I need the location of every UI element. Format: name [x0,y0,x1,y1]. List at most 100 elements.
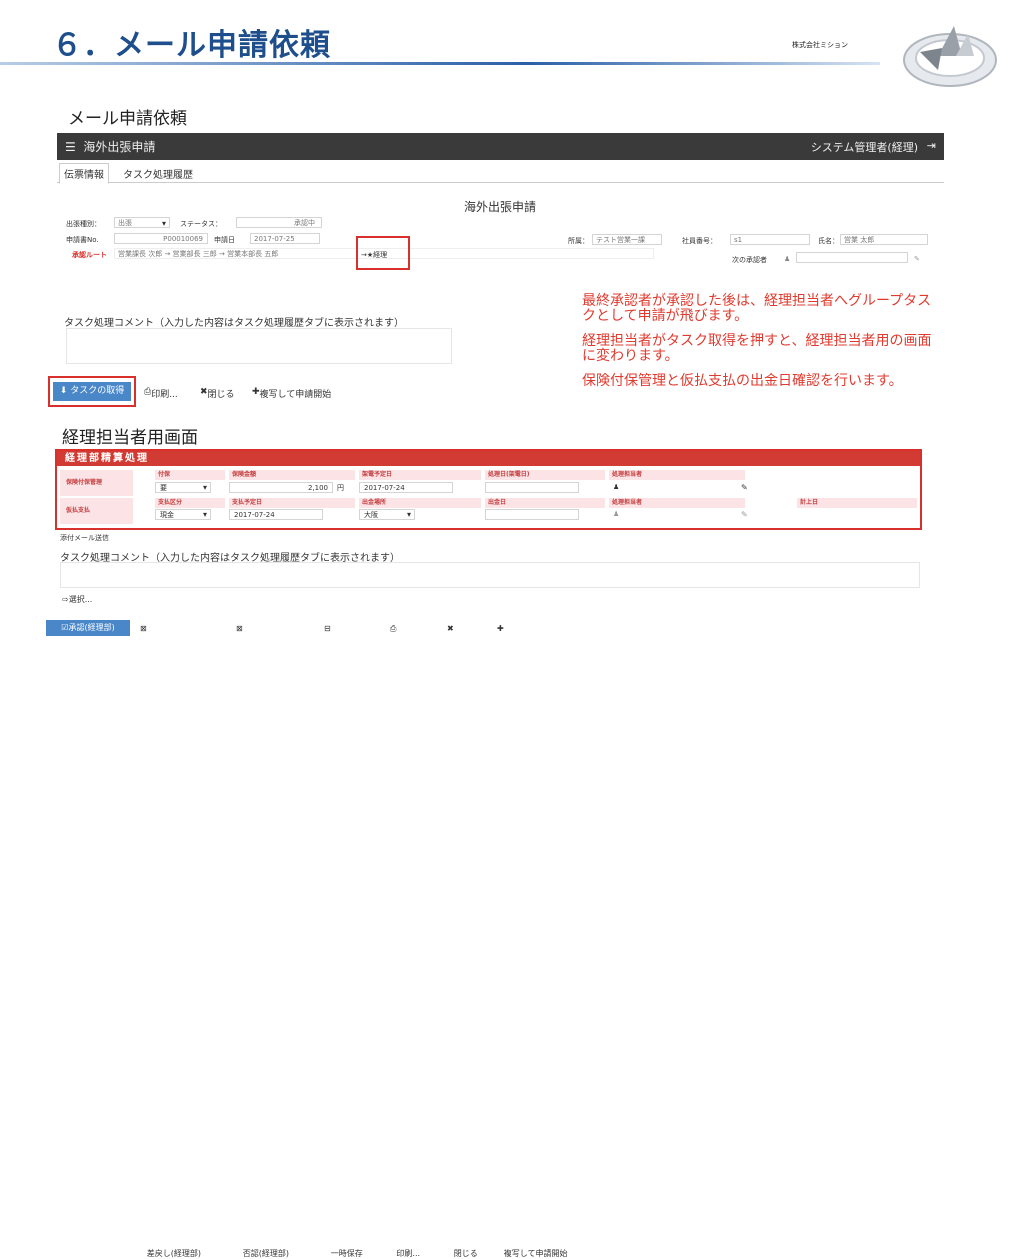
name-label: 氏名： [818,237,839,245]
company-logo [903,26,997,87]
next-approver-field[interactable] [796,252,908,263]
insurance-plan-field[interactable]: 2017-07-24 [359,482,453,493]
advance-kind-value: 現金 [160,511,174,519]
status-label: ステータス： [180,220,222,228]
advance-handler-icon: ♟ [613,510,620,518]
trip-type-label: 出張種別： [66,220,101,228]
insurance-handler-header: 処理担当者 [609,470,745,480]
app-date-field: 2017-07-25 [250,233,320,244]
advance-out-field[interactable] [485,509,579,520]
take-task-label: タスクの取得 [70,386,125,396]
status-field: 承認中 [236,217,322,228]
confirm-label: 否認(経理部) [242,1249,289,1258]
insurance-done-field[interactable] [485,482,579,493]
route-next: →★経理 [361,251,388,259]
insurance-edit-icon[interactable]: ✎ [741,483,748,492]
approve-label: 承認(経理部) [68,623,115,632]
note-paragraph-3: 保険付保管理と仮払支払の出金日確認を行います。 [582,373,903,389]
route-label: 承認ルート [72,251,107,259]
close-label-2: 閉じる [453,1249,478,1258]
approve-accounting-button[interactable]: ☑承認(経理部) [46,620,130,636]
app-no-field: P00010069 [114,233,208,244]
emp-no-label: 社員番号： [682,237,717,245]
print-button[interactable]: ⎙ 印刷... [144,387,178,400]
print-label-2: 印刷... [396,1249,421,1258]
advance-edit-icon[interactable]: ✎ [741,510,748,519]
app-title-text: 海外出張申請 [83,140,156,154]
app-date-label: 申請日 [214,236,235,244]
insurance-status-value: 要 [160,484,167,492]
company-name: 株式会社ミション [792,41,848,49]
attach-mail-label[interactable]: 添付メール送信 [60,533,109,543]
title-rule [0,62,880,65]
file-select-label: 選択... [68,595,93,604]
section-heading-mail-request: メール申請依頼 [68,109,187,129]
edit-icon[interactable]: ✎ [914,255,920,263]
menu-icon[interactable]: ☰ [65,140,76,154]
insurance-amount-unit: 円 [337,484,344,492]
close-label: 閉じる [207,390,235,400]
copy-apply-button-2[interactable]: ✚ 複写して申請開始 [497,624,567,1258]
app-title: ☰ 海外出張申請 [65,138,155,155]
user-icon: ♟ [784,255,791,263]
advance-kind-header: 支払区分 [155,498,225,508]
user-name[interactable]: システム管理者(経理) [811,139,918,155]
tab-bar: 伝票情報 タスク処理履歴 [57,160,944,184]
temp-save-label: 一時保存 [330,1249,363,1258]
temp-save-button[interactable]: ⊟ 一時保存 [324,624,363,1258]
section-heading-accountant: 経理担当者用画面 [62,428,198,448]
insurance-handler-icon: ♟ [613,483,620,491]
take-task-button[interactable]: ⬇ タスクの取得 [53,382,131,401]
advance-post-header: 計上日 [797,498,917,508]
insurance-plan-header: 架電予定日 [359,470,481,480]
advance-place-select[interactable]: 大阪 [359,509,415,520]
close-button-2[interactable]: ✖ 閉じる [447,624,478,1258]
form-title: 海外出張申請 [463,200,536,214]
tab-task-history[interactable]: タスク処理履歴 [119,164,197,183]
advance-plan-field[interactable]: 2017-07-24 [229,509,323,520]
task-comment-label: タスク処理コメント（入力した内容はタスク処理履歴タブに表示されます） [64,318,404,329]
advance-out-header: 出金日 [485,498,605,508]
note-paragraph-2: 経理担当者がタスク取得を押すと、経理担当者用の画面に変わります。 [582,333,932,364]
accounting-panel: 経理部精算処理 保険付保管理 付保 保険金額 架電予定日 処理日(架電日) 処理… [55,449,922,530]
note-paragraph-1: 最終承認者が承認した後は、経理担当者へグループタスクとして申請が飛びます。 [582,293,932,324]
insurance-amount-header: 保険金額 [229,470,355,480]
advance-row-label: 仮払支払 [60,498,133,524]
insurance-status-header: 付保 [155,470,225,480]
name-field: 営業 太郎 [840,234,928,245]
dept-field: テスト営業一課 [592,234,662,245]
copy-apply-label: 複写して申請開始 [259,390,332,400]
trip-type-select[interactable]: 出張 [114,217,170,228]
insurance-amount-field[interactable]: 2,100 [229,482,333,493]
print-button-2[interactable]: ⎙ 印刷... [390,624,420,1258]
next-approver-label: 次の承認者 [732,256,767,264]
trip-type-value: 出張 [118,219,132,227]
return-label: 差戻し(経理部) [146,1249,201,1258]
task-comment-input[interactable] [66,328,452,364]
task-comment-input-2[interactable] [60,562,920,588]
download-icon: ⬇ [59,386,68,396]
confirm-accounting-button[interactable]: ⊠ 否認(経理部) [236,624,289,1258]
advance-place-header: 出金場所 [359,498,481,508]
advance-plan-header: 支払予定日 [229,498,355,508]
slide-title: ６．メール申請依頼 [52,28,331,63]
advance-place-value: 大阪 [364,511,378,519]
insurance-status-select[interactable]: 要 [155,482,211,493]
close-button[interactable]: ✖ 閉じる [200,387,235,400]
emp-no-field: s1 [730,234,810,245]
dept-label: 所属： [568,237,589,245]
app-header-bar: ☰ 海外出張申請 システム管理者(経理) ⇥ [57,133,944,160]
print-label: 印刷... [151,390,178,400]
app-no-label: 申請書No. [66,236,99,244]
advance-kind-select[interactable]: 現金 [155,509,211,520]
return-accounting-button[interactable]: ⊠ 差戻し(経理部) [140,624,201,1258]
copy-apply-label-2: 複写して申請開始 [503,1249,568,1258]
file-select-button[interactable]: ⇨選択... [62,594,92,605]
insurance-done-header: 処理日(架電日) [485,470,605,480]
copy-apply-button[interactable]: ✚ 複写して申請開始 [252,387,331,400]
advance-handler-header: 処理担当者 [609,498,745,508]
insurance-row-label: 保険付保管理 [60,470,133,496]
logout-icon[interactable]: ⇥ [927,139,936,152]
tab-slip-info[interactable]: 伝票情報 [59,163,109,184]
panel-title: 経理部精算処理 [57,451,920,466]
